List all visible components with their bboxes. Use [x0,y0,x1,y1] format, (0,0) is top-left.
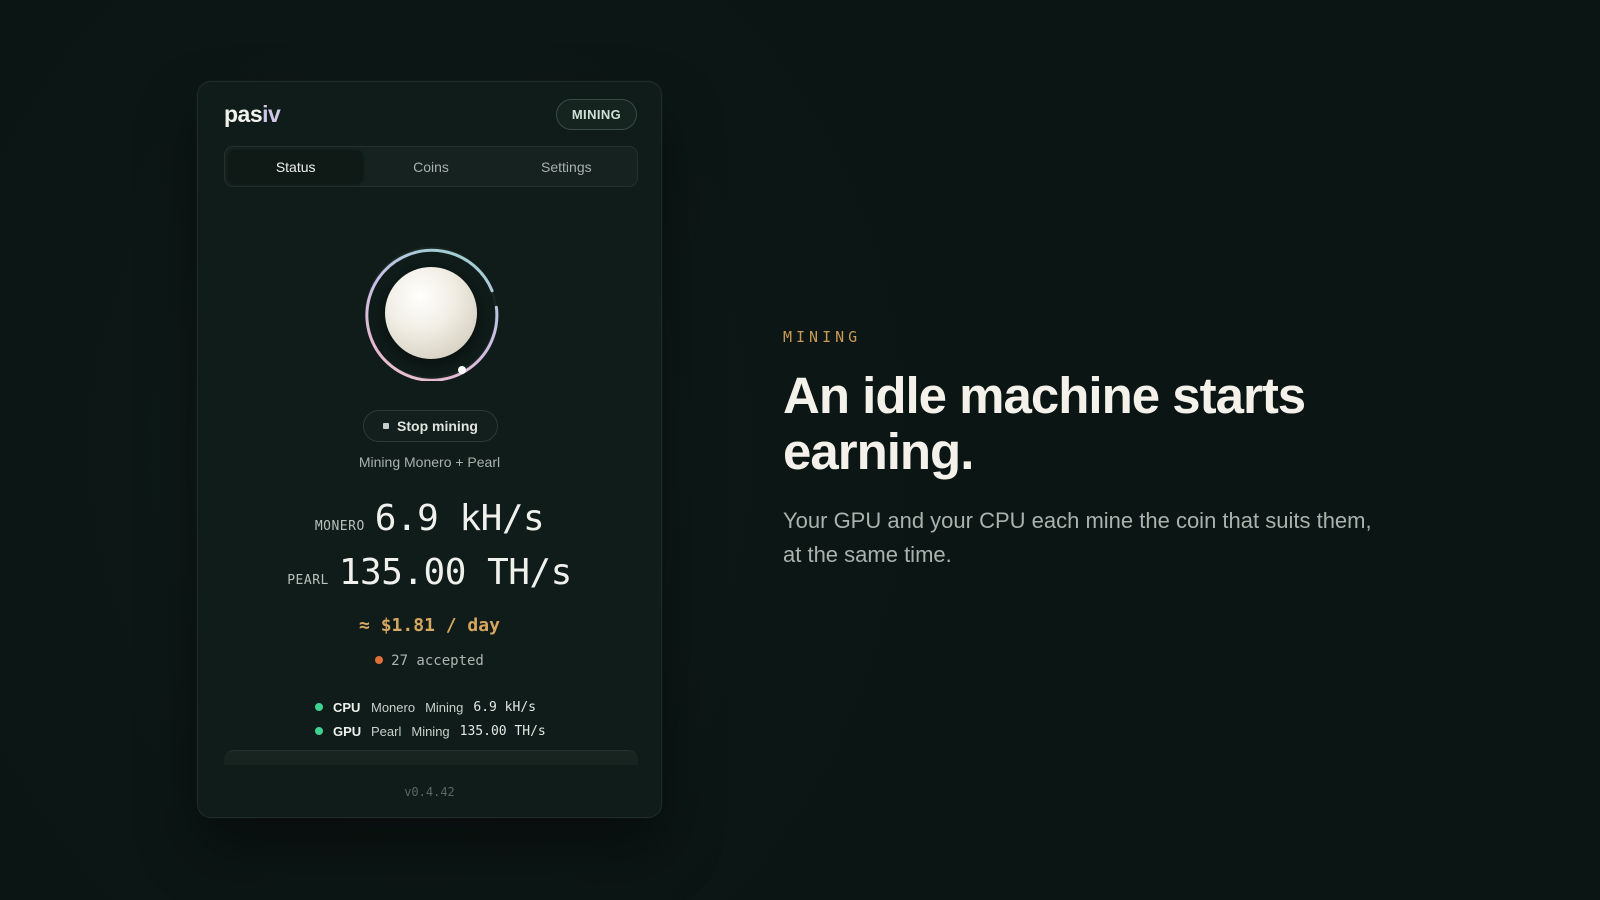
tab-coins[interactable]: Coins [363,150,498,183]
app-window: pasiv MINING Status Coins Settings Stop … [197,81,662,818]
section-eyebrow: MINING [783,328,862,346]
tab-status[interactable]: Status [228,150,364,183]
pearl-label: PEARL [287,573,329,588]
monero-label: MONERO [314,519,365,534]
worker-coin: Monero [371,699,416,715]
orb-sphere [385,267,477,359]
mining-status-badge: MINING [556,99,637,130]
status-dot-icon [315,703,323,711]
accepted-dot-icon [375,656,384,664]
tab-bar: Status Coins Settings [224,146,638,187]
mining-description: Mining Monero + Pearl [358,454,501,470]
worker-status: Mining [411,723,450,739]
accepted-count: 27 accepted [391,653,484,669]
subtext-line-1: Your GPU and your CPU each mine the coin… [783,508,1372,533]
status-dot-icon [315,727,323,735]
marketing-subtext: Your GPU and your CPU each mine the coin… [783,504,1423,572]
headline-line-2: earning. [783,423,974,480]
app-version: v0.4.42 [404,785,455,799]
worker-device: CPU [333,699,361,715]
worker-rate: 135.00 TH/s [459,723,546,739]
subtext-line-2: at the same time. [783,542,952,567]
logo-text-accent: iv [262,101,281,127]
pearl-value: 135.00 TH/s [338,552,572,593]
pearl-hashrate: PEARL 135.00 TH/s [198,552,661,593]
stop-mining-label: Stop mining [397,418,478,434]
marketing-headline: An idle machine starts earning. [783,368,1423,480]
logo-text: pas [224,101,263,127]
worker-list: CPU Monero Mining 6.9 kH/s GPU Pearl Min… [315,695,546,743]
tab-settings[interactable]: Settings [499,150,634,183]
stop-square-icon [383,423,390,429]
worker-coin: Pearl [371,723,402,739]
monero-hashrate: MONERO 6.9 kH/s [198,498,661,539]
monero-value: 6.9 kH/s [374,498,545,539]
worker-status: Mining [425,699,464,715]
worker-row-cpu: CPU Monero Mining 6.9 kH/s [315,695,546,719]
mining-orb [363,245,499,381]
daily-earnings: ≈ $1.81 / day [359,615,500,636]
headline-line-1: An idle machine starts [783,367,1306,424]
ring-indicator-dot [458,366,466,374]
accepted-shares: 27 accepted [198,653,661,669]
worker-row-gpu: GPU Pearl Mining 135.00 TH/s [315,719,546,743]
worker-rate: 6.9 kH/s [473,699,536,715]
worker-device: GPU [333,723,362,739]
app-logo: pasiv [224,101,281,128]
collapsed-panel-handle[interactable] [224,750,638,765]
stop-mining-button[interactable]: Stop mining [363,410,498,442]
